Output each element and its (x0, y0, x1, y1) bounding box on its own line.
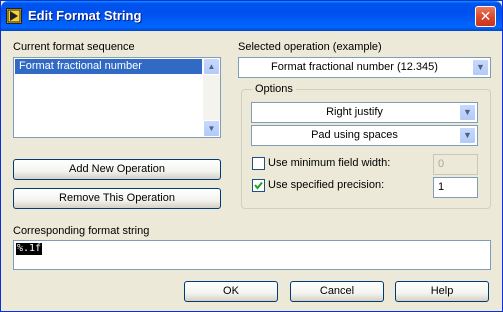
checkmark-icon (254, 181, 263, 190)
chevron-down-icon[interactable]: ▼ (472, 59, 489, 76)
help-button[interactable]: Help (395, 281, 489, 302)
justify-select[interactable]: Right justify ▼ (251, 102, 478, 123)
ok-button[interactable]: OK (184, 281, 278, 302)
scroll-up-icon[interactable]: ▲ (203, 58, 220, 75)
padding-select[interactable]: Pad using spaces ▼ (251, 125, 478, 146)
format-string-value: %.1f (16, 243, 43, 255)
close-icon[interactable]: ✕ (475, 6, 496, 27)
labview-app-icon (6, 8, 22, 24)
current-sequence-label: Current format sequence (13, 41, 135, 53)
edit-format-string-dialog: Edit Format String ✕ Current format sequ… (0, 0, 503, 312)
precision-label: Use specified precision: (268, 179, 385, 191)
add-operation-button[interactable]: Add New Operation (13, 159, 221, 180)
selected-operation-value: Format fractional number (12.345) (271, 61, 438, 73)
scroll-down-icon[interactable]: ▼ (203, 120, 220, 137)
min-width-field[interactable]: 0 (433, 154, 478, 175)
min-width-checkbox[interactable] (252, 157, 265, 170)
chevron-down-icon[interactable]: ▼ (459, 104, 476, 121)
title-bar[interactable]: Edit Format String ✕ (1, 1, 502, 31)
min-width-label: Use minimum field width: (268, 157, 391, 169)
window-title: Edit Format String (28, 8, 142, 23)
padding-value: Pad using spaces (311, 129, 398, 141)
precision-checkbox[interactable] (252, 179, 265, 192)
format-string-label: Corresponding format string (13, 225, 150, 237)
format-string-textarea[interactable]: %.1f (13, 240, 491, 270)
remove-operation-button[interactable]: Remove This Operation (13, 188, 221, 209)
vertical-scrollbar[interactable]: ▲ ▼ (203, 58, 220, 137)
list-item[interactable]: Format fractional number (15, 59, 202, 74)
precision-field[interactable]: 1 (433, 177, 478, 198)
current-sequence-listbox[interactable]: Format fractional number ▲ ▼ (13, 57, 221, 138)
selected-operation-label: Selected operation (example) (238, 41, 382, 53)
options-title: Options (252, 83, 296, 95)
chevron-down-icon[interactable]: ▼ (459, 127, 476, 144)
selected-operation-select[interactable]: Format fractional number (12.345) ▼ (238, 57, 491, 78)
cancel-button[interactable]: Cancel (290, 281, 384, 302)
justify-value: Right justify (326, 106, 383, 118)
